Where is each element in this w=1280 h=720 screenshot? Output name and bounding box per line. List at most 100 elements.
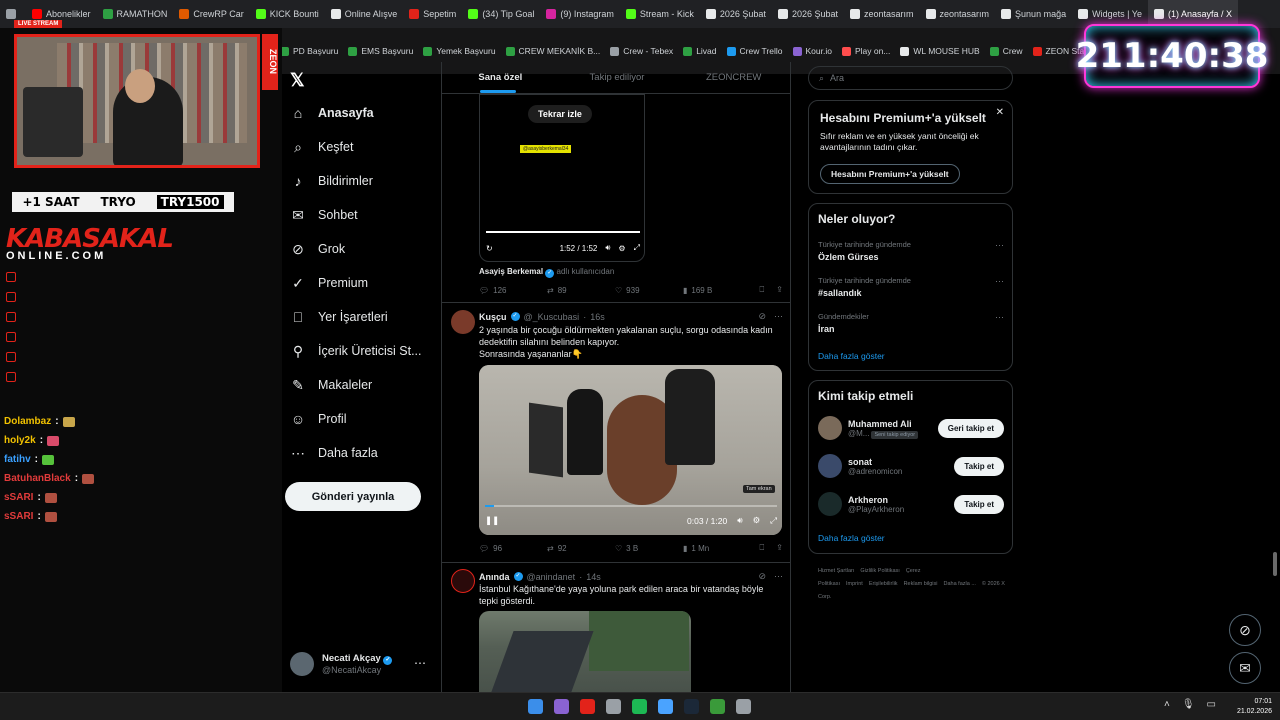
taskbar-app-icon[interactable]: [606, 699, 621, 714]
post-time[interactable]: 14s: [586, 572, 601, 582]
volume-icon[interactable]: 🔊︎: [605, 243, 610, 253]
taskbar-app-icon[interactable]: [710, 699, 725, 714]
nav-item-bookmark[interactable]: ⎕ Yer İşaretleri: [290, 305, 388, 329]
avatar[interactable]: [818, 416, 842, 440]
trend-item[interactable]: Türkiye tarihinde gündemde #sallandık ⋯: [818, 276, 1004, 298]
more-dots-icon[interactable]: ⋯: [774, 571, 783, 582]
taskbar-app-icon[interactable]: [736, 699, 751, 714]
chat-username[interactable]: Dolambaz: [4, 416, 51, 427]
video-player[interactable]: [479, 611, 691, 692]
bookmark-icon[interactable]: ⎕: [759, 543, 764, 553]
more-dots-icon[interactable]: ⋯: [414, 656, 426, 670]
trend-item[interactable]: Türkiye tarihinde gündemde Özlem Gürses ⋯: [818, 240, 1004, 262]
browser-tab[interactable]: zeontasarım: [920, 0, 996, 28]
browser-tab[interactable]: RAMATHON: [97, 0, 174, 28]
chat-username[interactable]: holy2k: [4, 435, 36, 446]
search-input[interactable]: ⌕ Ara: [808, 66, 1013, 90]
footer-link[interactable]: Hizmet Şartları: [818, 568, 854, 574]
author-name[interactable]: Anında: [479, 572, 510, 582]
follow-user-info[interactable]: sonat @adrenomicon: [848, 457, 902, 476]
chat-username[interactable]: sSARI: [4, 492, 33, 503]
footer-link[interactable]: Reklam bilgisi: [904, 581, 938, 587]
author-handle[interactable]: @anindanet: [527, 572, 576, 582]
browser-tab[interactable]: (34) Tip Goal: [462, 0, 540, 28]
clock[interactable]: 07:01 21.02.2026: [1232, 697, 1272, 717]
tab-following[interactable]: Takip ediliyor: [559, 62, 676, 93]
avatar[interactable]: [451, 310, 475, 334]
more-dots-icon[interactable]: ⋯: [774, 311, 783, 322]
reply-button[interactable]: 💬︎ 126: [479, 286, 547, 295]
bookmark-item[interactable]: PD Başvuru: [280, 46, 338, 56]
reply-button[interactable]: 💬︎ 96: [479, 544, 547, 553]
avatar[interactable]: [818, 454, 842, 478]
pause-icon[interactable]: ❚❚: [485, 515, 499, 526]
avatar[interactable]: [818, 492, 842, 516]
microphone-icon[interactable]: 🎙︎: [1182, 699, 1195, 710]
bookmark-item[interactable]: Play on...: [841, 46, 890, 56]
browser-tab[interactable]: Online Alışve: [325, 0, 404, 28]
footer-link[interactable]: Gizlilik Politikası: [860, 568, 899, 574]
volume-icon[interactable]: 🔊︎: [737, 515, 742, 526]
follow-user-info[interactable]: Arkheron @PlayArkheron: [848, 495, 904, 514]
grok-float-button[interactable]: ⊘: [1229, 614, 1261, 646]
grok-icon[interactable]: ⊘: [758, 311, 766, 322]
nav-item-bell[interactable]: ♪ Bildirimler: [290, 169, 373, 193]
post-button[interactable]: Gönderi yayınla: [285, 482, 421, 511]
nav-item-mail[interactable]: ✉ Sohbet: [290, 203, 358, 227]
browser-tab[interactable]: Şunun mağa: [995, 0, 1072, 28]
like-button[interactable]: ♡ 3 B: [615, 544, 683, 553]
repost-button[interactable]: ⇄ 92: [547, 544, 615, 553]
monitor-icon[interactable]: ▭: [1207, 699, 1216, 710]
taskbar-app-icon[interactable]: [684, 699, 699, 714]
bookmark-item[interactable]: CREW MEKANİK B...: [505, 46, 600, 56]
messages-float-button[interactable]: ✉: [1229, 652, 1261, 684]
footer-link[interactable]: Erişilebilirlik: [869, 581, 898, 587]
browser-tab[interactable]: 2026 Şubat: [772, 0, 844, 28]
video-progress-bar[interactable]: [485, 505, 777, 507]
nav-item-grok[interactable]: ⊘ Grok: [290, 237, 345, 261]
footer-link[interactable]: Daha fazla ...: [944, 581, 976, 587]
follow-button[interactable]: Takip et: [954, 494, 1004, 514]
bookmark-item[interactable]: Yemek Başvuru: [423, 46, 496, 56]
fullscreen-icon[interactable]: ⤢: [634, 243, 640, 253]
follow-button[interactable]: Takip et: [954, 456, 1004, 476]
views-button[interactable]: ▮ 169 B: [683, 286, 751, 295]
nav-item-creator[interactable]: ⚲ İçerik Üreticisi St...: [290, 339, 422, 363]
share-icon[interactable]: ⇪: [776, 285, 783, 295]
video-player[interactable]: Tekrar izle @asayisberkemal34 ↻ 1:52 / 1…: [479, 94, 645, 262]
tab-for-you[interactable]: Sana özel: [442, 62, 559, 93]
repost-button[interactable]: ⇄ 89: [547, 286, 615, 295]
views-button[interactable]: ▮ 1 Mn: [683, 544, 751, 553]
nav-item-home[interactable]: ⌂ Anasayfa: [290, 101, 374, 125]
account-switcher[interactable]: Necati Akçay ✓ @NecatiAkcay ⋯: [290, 652, 426, 676]
browser-tab[interactable]: Stream - Kick: [620, 0, 700, 28]
nav-item-premium[interactable]: ✓ Premium: [290, 271, 368, 295]
chevron-up-icon[interactable]: ˄: [1164, 699, 1170, 710]
bookmark-item[interactable]: Crew - Tebex: [610, 46, 673, 56]
bookmark-item[interactable]: WL MOUSE HUB: [900, 46, 980, 56]
author-handle[interactable]: @_Kuscubasi: [524, 312, 580, 322]
video-progress-bar[interactable]: [486, 231, 640, 233]
taskbar-app-icon[interactable]: [580, 699, 595, 714]
chat-username[interactable]: fatihv: [4, 454, 31, 465]
more-dots-icon[interactable]: ⋯: [995, 276, 1004, 287]
fullscreen-icon[interactable]: ⤢: [770, 515, 777, 526]
bookmark-item[interactable]: Crew Trello: [726, 46, 783, 56]
more-dots-icon[interactable]: ⋯: [995, 240, 1004, 251]
nav-item-article[interactable]: ✎ Makaleler: [290, 373, 372, 397]
browser-tab[interactable]: zeontasarım: [844, 0, 920, 28]
taskbar-app-icon[interactable]: [658, 699, 673, 714]
taskbar-app-icon[interactable]: [632, 699, 647, 714]
taskbar-app-icon[interactable]: [528, 699, 543, 714]
settings-icon[interactable]: ⚙: [753, 515, 761, 526]
follow-show-more[interactable]: Daha fazla göster: [818, 533, 885, 543]
premium-upgrade-button[interactable]: Hesabını Premium+'a yükselt: [820, 164, 960, 184]
replay-icon[interactable]: ↻: [486, 244, 493, 253]
more-dots-icon[interactable]: ⋯: [995, 312, 1004, 323]
nav-item-more[interactable]: ⋯ Daha fazla: [290, 441, 378, 465]
browser-tab[interactable]: CrewRP Car: [173, 0, 249, 28]
x-logo-icon[interactable]: 𝕏: [290, 70, 305, 91]
trend-item[interactable]: Gündemdekiler İran ⋯: [818, 312, 1004, 334]
avatar[interactable]: [451, 569, 475, 593]
chat-username[interactable]: BatuhanBlack: [4, 473, 71, 484]
